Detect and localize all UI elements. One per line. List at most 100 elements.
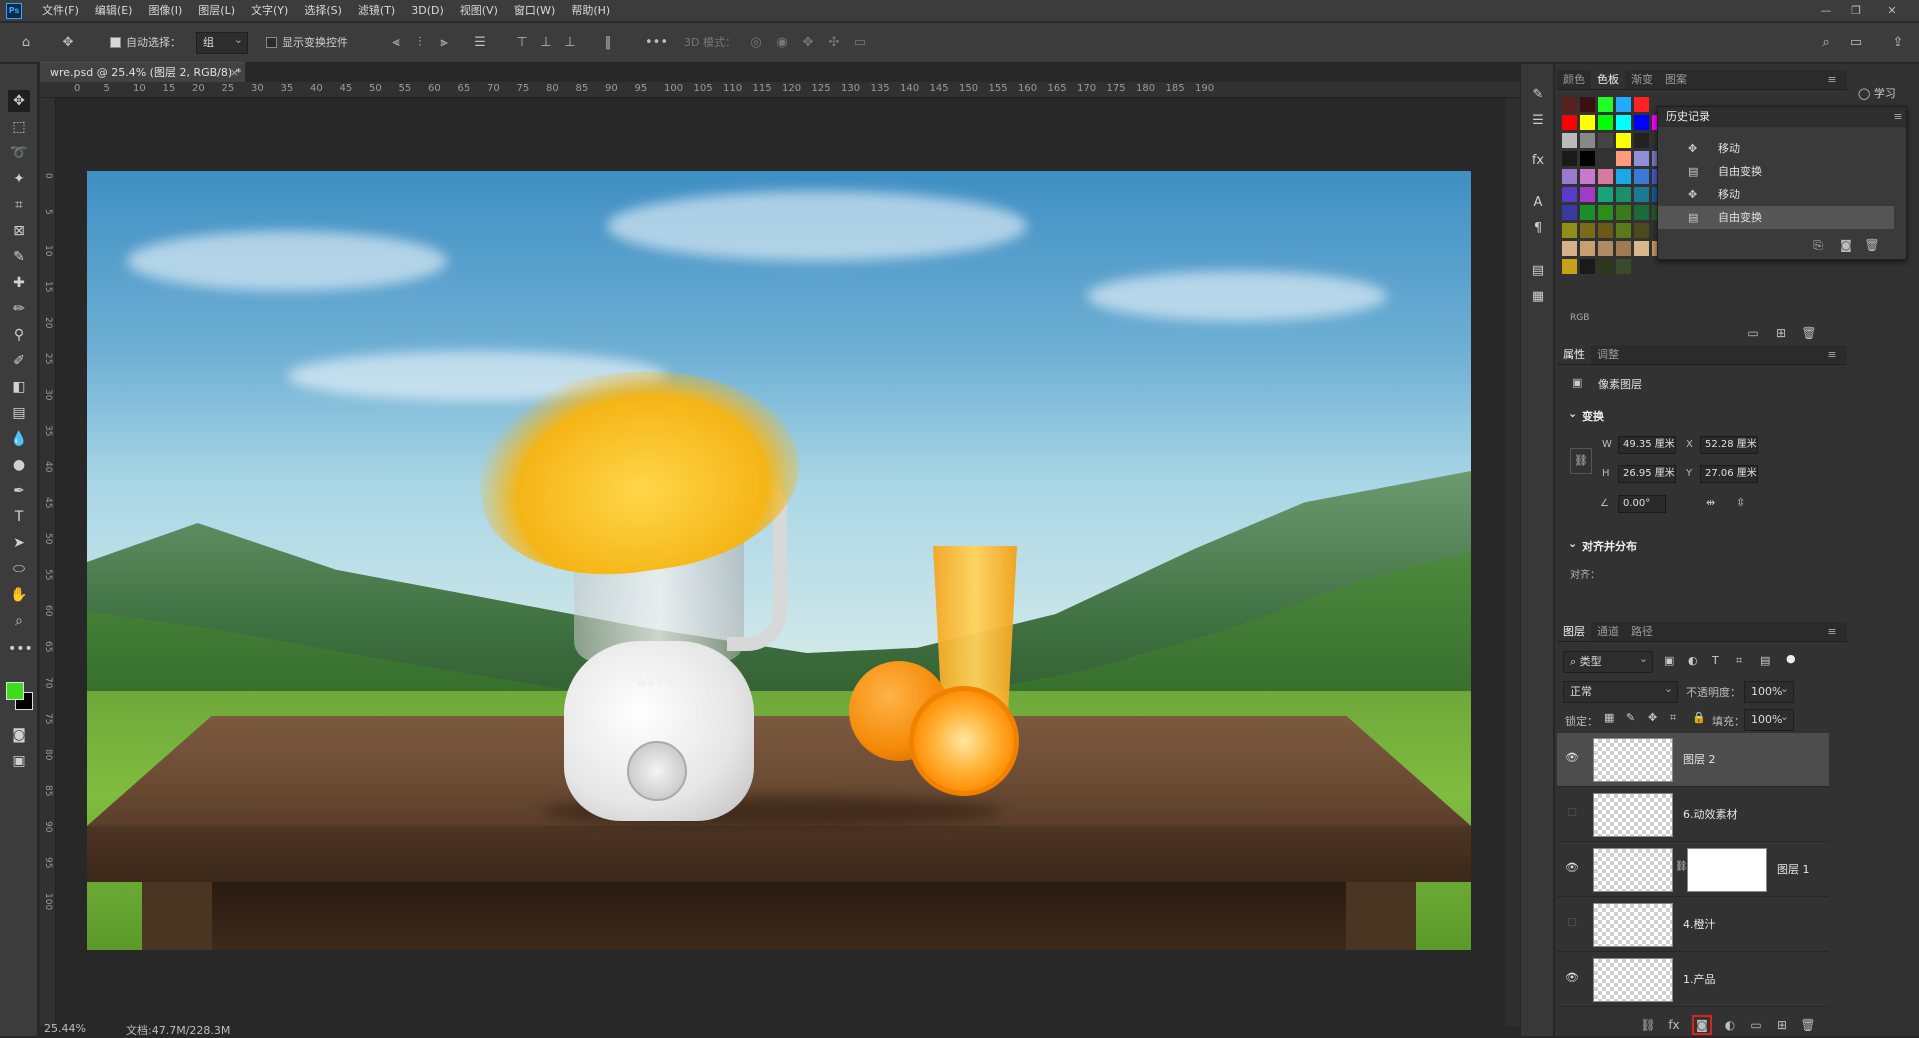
blend-mode-dropdown[interactable]: 正常 (1563, 679, 1678, 703)
history-item-active[interactable]: ▤ 自由变换 (1658, 206, 1894, 229)
color-swatch[interactable] (1580, 187, 1595, 202)
color-swatch[interactable] (1580, 133, 1595, 148)
color-swatch[interactable] (1634, 187, 1649, 202)
slide-3d-icon[interactable]: ✣ (826, 35, 842, 51)
color-swatch[interactable] (1616, 115, 1631, 130)
color-swatch[interactable] (1634, 205, 1649, 220)
menu-layer[interactable]: 图层(L) (190, 0, 243, 22)
roll-3d-icon[interactable]: ◉ (774, 35, 790, 51)
align-top-icon[interactable]: ⊤ (514, 35, 530, 51)
transform-section-chevron[interactable]: ⌄ (1568, 407, 1577, 420)
color-swatch[interactable] (1616, 97, 1631, 112)
document-canvas[interactable]: AVENT (87, 171, 1471, 950)
distribute-icon[interactable]: ☰ (472, 35, 488, 51)
blur-tool-icon[interactable]: 💧 (8, 428, 30, 450)
align-bottom-icon[interactable]: ⊥ (562, 35, 578, 51)
fill-field[interactable]: 100% (1744, 707, 1794, 731)
menu-edit[interactable]: 编辑(E) (87, 0, 141, 22)
filter-type-icon[interactable]: T (1712, 654, 1719, 667)
color-swatch[interactable] (1634, 241, 1649, 256)
new-swatch-group-icon[interactable]: ▭ (1745, 325, 1761, 341)
layer-row[interactable]: 👁 图层 2 (1557, 733, 1829, 787)
align-right-icon[interactable]: ⫸ (436, 35, 452, 51)
workspace-icon[interactable]: ▭ (1848, 35, 1864, 51)
home-icon[interactable]: ⌂ (18, 35, 34, 51)
tab-patterns[interactable]: 图案 (1659, 70, 1693, 89)
color-swatch[interactable] (1562, 241, 1577, 256)
tab-adjustments[interactable]: 调整 (1591, 345, 1625, 364)
restore-button[interactable]: ❐ (1842, 0, 1870, 22)
move-tool-icon[interactable]: ✥ (8, 90, 30, 112)
orbit-3d-icon[interactable]: ◎ (748, 35, 764, 51)
frame-tool-icon[interactable]: ⊠ (8, 220, 30, 242)
show-transform-checkbox[interactable] (266, 37, 277, 48)
gradient-tool-icon[interactable]: ▤ (8, 402, 30, 424)
color-swatch[interactable] (1562, 223, 1577, 238)
color-swatch[interactable] (1634, 115, 1649, 130)
layer-row[interactable]: 👁 ⛓ 图层 1 (1557, 843, 1829, 897)
color-swatch[interactable] (1598, 259, 1613, 274)
x-field[interactable]: 52.28 厘米 (1700, 436, 1758, 454)
delete-layer-icon[interactable]: 🗑 (1800, 1017, 1816, 1033)
filter-pixel-icon[interactable]: ▣ (1664, 654, 1674, 667)
shape-tool-icon[interactable]: ⬭ (8, 558, 30, 580)
character-panel-icon[interactable]: A (1529, 194, 1547, 212)
link-layers-icon[interactable]: ⛓ (1640, 1017, 1656, 1033)
menu-image[interactable]: 图像(I) (140, 0, 190, 22)
new-group-icon[interactable]: ▭ (1748, 1017, 1764, 1033)
filter-toggle-icon[interactable]: ● (1786, 652, 1796, 665)
color-swatch[interactable] (1580, 205, 1595, 220)
layers-panel-menu-icon[interactable]: ≡ (1824, 624, 1840, 640)
color-swatch[interactable] (1634, 97, 1649, 112)
color-swatch[interactable] (1580, 97, 1595, 112)
brush-settings-icon[interactable]: ✎ (1529, 86, 1547, 104)
align-vcenter-icon[interactable]: ⊥ (538, 35, 554, 51)
canvas-vertical-scrollbar[interactable] (1505, 98, 1520, 1026)
close-window-button[interactable]: ✕ (1878, 0, 1906, 22)
color-swatch[interactable] (1616, 169, 1631, 184)
tab-channels[interactable]: 通道 (1591, 622, 1625, 641)
tab-properties[interactable]: 属性 (1557, 345, 1591, 364)
filter-adjustment-icon[interactable]: ◐ (1688, 654, 1698, 667)
visibility-eye-icon[interactable]: 👁 (1565, 751, 1579, 765)
color-swatch[interactable] (1562, 97, 1577, 112)
zoom-level[interactable]: 25.44% (44, 1022, 86, 1035)
magic-wand-tool-icon[interactable]: ✦ (8, 168, 30, 190)
color-swatch[interactable] (1580, 115, 1595, 130)
document-tab[interactable]: wre.psd @ 25.4% (图层 2, RGB/8) * × (40, 62, 245, 82)
color-swatch[interactable] (1634, 169, 1649, 184)
layer-row[interactable]: 👁 1.产品 (1557, 953, 1829, 1007)
color-swatch[interactable] (1598, 115, 1613, 130)
color-swatch[interactable] (1562, 187, 1577, 202)
layer-filter-dropdown[interactable]: ⌕ 类型 (1563, 649, 1653, 673)
new-layer-icon[interactable]: ⊞ (1774, 1017, 1790, 1033)
menu-select[interactable]: 选择(S) (296, 0, 350, 22)
color-swatch[interactable] (1634, 223, 1649, 238)
stamp-tool-icon[interactable]: ⚲ (8, 324, 30, 346)
notes-icon[interactable]: ▦ (1529, 288, 1547, 306)
align-hcenter-icon[interactable]: ⫶ (412, 35, 428, 51)
distribute-vertical-icon[interactable]: ‖ (600, 35, 616, 51)
color-swatch[interactable] (1598, 187, 1613, 202)
color-swatch[interactable] (1562, 259, 1577, 274)
path-select-tool-icon[interactable]: ➤ (8, 532, 30, 554)
zoom-tool-icon[interactable]: ⌕ (8, 610, 30, 632)
menu-3d[interactable]: 3D(D) (403, 0, 452, 22)
flip-vertical-icon[interactable]: ⇳ (1736, 496, 1745, 509)
libraries-icon[interactable]: ▤ (1529, 262, 1547, 280)
layer-row[interactable]: ☐ 4.橙汁 (1557, 898, 1829, 952)
height-field[interactable]: 26.95 厘米 (1618, 465, 1676, 483)
layer-mask-thumbnail[interactable] (1687, 848, 1767, 892)
visibility-off-box[interactable]: ☐ (1565, 916, 1579, 930)
search-icon[interactable]: ⌕ (1818, 35, 1834, 51)
lock-all-icon[interactable]: 🔒 (1692, 711, 1706, 724)
color-swatch[interactable] (1598, 205, 1613, 220)
align-left-icon[interactable]: ⫷ (388, 35, 404, 51)
color-swatch[interactable] (1562, 151, 1577, 166)
eraser-tool-icon[interactable]: ◧ (8, 376, 30, 398)
history-item[interactable]: ✥ 移动 (1658, 137, 1894, 160)
color-swatch[interactable] (1634, 133, 1649, 148)
lock-artboard-icon[interactable]: ⌗ (1670, 711, 1676, 725)
filter-smart-icon[interactable]: ▤ (1760, 654, 1770, 667)
lock-transparency-icon[interactable]: ▦ (1604, 711, 1614, 724)
